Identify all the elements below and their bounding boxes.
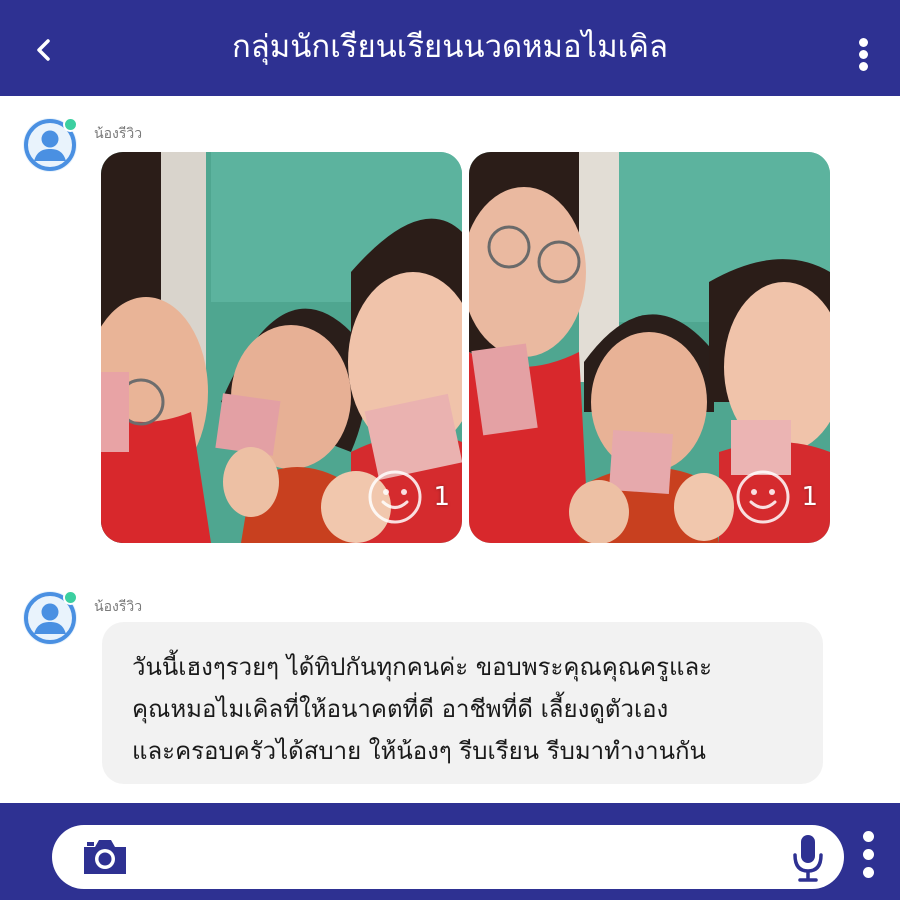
chevron-left-icon bbox=[37, 39, 50, 61]
smiley-icon bbox=[368, 470, 422, 524]
reaction[interactable]: 1 bbox=[735, 469, 818, 525]
photo-message-2[interactable]: 1 bbox=[469, 152, 830, 543]
photo-message-1[interactable]: 1 bbox=[101, 152, 462, 543]
avatar[interactable] bbox=[23, 117, 78, 172]
chat-header: กลุ่มนักเรียนเรียนนวดหมอไมเคิล bbox=[0, 0, 900, 96]
reaction-count: 1 bbox=[433, 482, 450, 512]
menu-dot bbox=[859, 62, 868, 71]
sender-name: น้องรีวิว bbox=[94, 126, 143, 142]
menu-dot bbox=[863, 867, 874, 878]
message-line: และครอบครัวได้สบาย ให้น้องๆ รีบเรียน รีบ… bbox=[132, 737, 706, 765]
chat-title: กลุ่มนักเรียนเรียนนวดหมอไมเคิล bbox=[232, 29, 668, 65]
footer-menu-button[interactable] bbox=[862, 831, 874, 887]
menu-dot bbox=[863, 849, 874, 860]
avatar[interactable] bbox=[23, 590, 78, 645]
reaction-count: 1 bbox=[801, 482, 818, 512]
microphone-icon bbox=[793, 835, 823, 882]
message-line: วันนี้เฮงๆรวยๆ ได้ทิปกันทุกคนค่ะ ขอบพระค… bbox=[132, 653, 713, 681]
online-status-dot bbox=[63, 117, 78, 132]
reaction[interactable]: 1 bbox=[367, 469, 450, 525]
online-status-dot bbox=[63, 590, 78, 605]
camera-button[interactable] bbox=[80, 837, 130, 877]
more-vertical-icon bbox=[859, 38, 868, 47]
back-button[interactable] bbox=[28, 34, 60, 66]
sender-name: น้องรีวิว bbox=[94, 599, 143, 615]
camera-icon bbox=[84, 840, 126, 874]
message-input[interactable] bbox=[52, 825, 844, 889]
message-line: คุณหมอไมเคิลที่ให้อนาคตที่ดี อาชีพที่ดี … bbox=[132, 695, 669, 723]
header-menu-button[interactable] bbox=[858, 38, 870, 74]
menu-dot bbox=[859, 50, 868, 59]
microphone-button[interactable] bbox=[790, 833, 826, 883]
more-vertical-icon bbox=[863, 831, 874, 842]
chat-input-bar bbox=[0, 803, 900, 900]
text-message-bubble[interactable]: วันนี้เฮงๆรวยๆ ได้ทิปกันทุกคนค่ะ ขอบพระค… bbox=[102, 622, 823, 784]
smiley-icon bbox=[736, 470, 790, 524]
